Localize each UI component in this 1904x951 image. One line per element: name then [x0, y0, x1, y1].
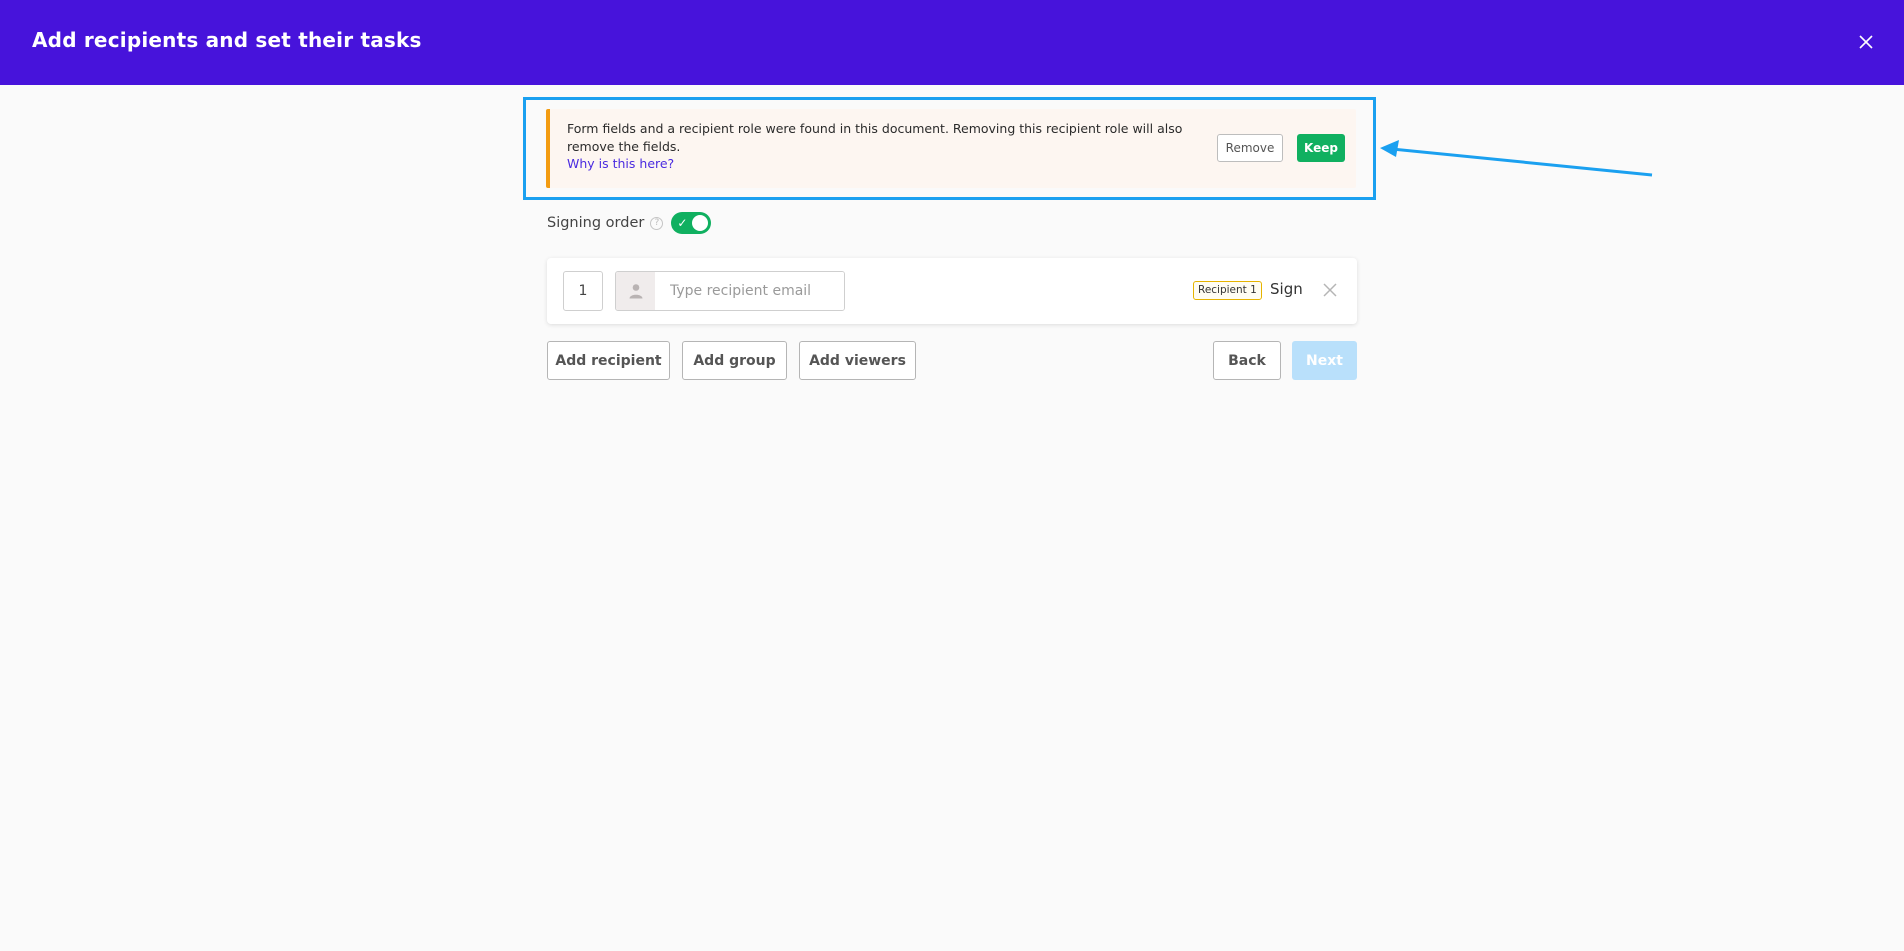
close-icon [1323, 283, 1337, 297]
modal-header: Add recipients and set their tasks [0, 0, 1904, 85]
back-button[interactable]: Back [1213, 341, 1281, 380]
user-icon [629, 284, 642, 299]
add-group-button[interactable]: Add group [682, 341, 787, 380]
add-viewers-button[interactable]: Add viewers [799, 341, 916, 380]
signing-order-toggle[interactable]: ✓ [671, 212, 712, 234]
recipient-row: 1 Recipient 1 Sign [547, 258, 1357, 324]
avatar [616, 272, 655, 310]
add-recipient-button[interactable]: Add recipient [547, 341, 670, 380]
toggle-knob [692, 215, 709, 231]
annotation-arrow-icon [1380, 140, 1653, 177]
recipient-task-select[interactable]: Sign [1270, 280, 1303, 298]
help-icon[interactable]: ? [650, 216, 664, 230]
recipient-role-badge: Recipient 1 [1193, 281, 1262, 300]
close-icon [1859, 35, 1873, 49]
why-is-this-here-link[interactable]: Why is this here? [567, 156, 674, 171]
signing-order-row: Signing order ? ✓ [547, 212, 712, 234]
recipient-email-group [615, 271, 845, 311]
modal-title: Add recipients and set their tasks [32, 28, 422, 52]
close-modal-button[interactable] [1852, 28, 1880, 56]
keep-role-button[interactable]: Keep [1297, 134, 1345, 162]
signing-order-number[interactable]: 1 [563, 271, 603, 311]
check-icon: ✓ [677, 216, 688, 230]
remove-recipient-button[interactable] [1321, 281, 1339, 299]
alert-message: Form fields and a recipient role were fo… [567, 121, 1183, 154]
signing-order-label: Signing order [547, 215, 645, 231]
form-fields-alert: Form fields and a recipient role were fo… [546, 109, 1356, 188]
recipient-email-input[interactable] [655, 272, 844, 310]
next-button[interactable]: Next [1292, 341, 1357, 380]
remove-role-button[interactable]: Remove [1217, 134, 1283, 162]
